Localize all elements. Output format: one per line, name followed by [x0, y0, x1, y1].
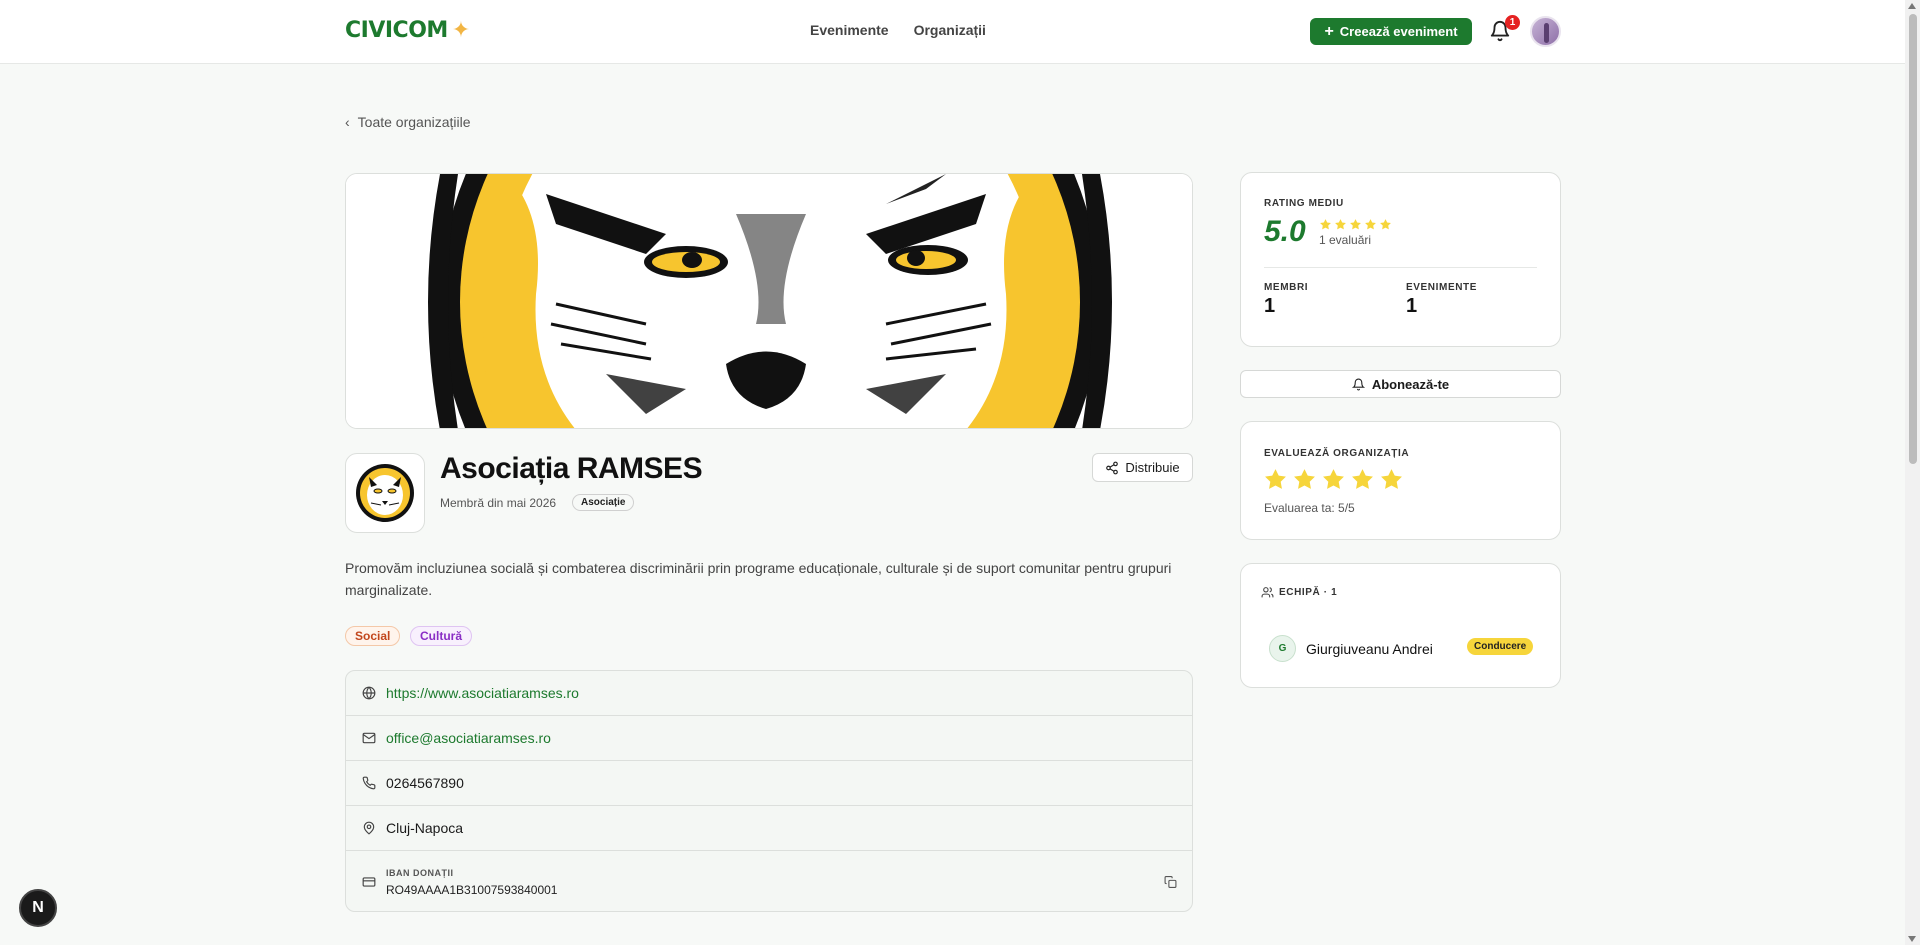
rating-summary-card: RATING MEDIU 5.0 1 evaluări MEMBRI 1 EVE…: [1240, 172, 1561, 347]
iban-label: IBAN DONAȚII: [386, 867, 454, 878]
rate-star-icon[interactable]: [1350, 467, 1375, 492]
team-label: ECHIPĂ · 1: [1279, 587, 1338, 598]
evaluate-stars: [1263, 467, 1404, 492]
organization-description: Promovăm incluziunea socială și combater…: [345, 560, 1172, 598]
members-count: 1: [1264, 295, 1276, 317]
map-pin-icon: [363, 821, 375, 835]
email-link[interactable]: office@asociatiaramses.ro: [386, 730, 551, 746]
bell-icon: [1351, 378, 1365, 390]
create-event-label: Creează eveniment: [1339, 24, 1458, 39]
members-label: MEMBRI: [1264, 282, 1309, 293]
credit-card-icon: [362, 877, 376, 887]
iban-row: IBAN DONAȚII RO49AAAA1B31007593840001: [346, 851, 1192, 911]
member-name: Giurgiuveanu Andrei: [1306, 640, 1433, 657]
organization-name: Asociația RAMSES: [440, 452, 703, 485]
member-avatar: G: [1269, 635, 1296, 662]
create-event-button[interactable]: + Creează eveniment: [1310, 18, 1472, 45]
main-nav: Evenimente Organizații: [810, 22, 986, 38]
rate-star-icon[interactable]: [1263, 467, 1288, 492]
chevron-left-icon: ‹: [345, 114, 350, 130]
tag-cultura[interactable]: Cultură: [410, 626, 472, 646]
star-icon: [1380, 219, 1391, 230]
users-icon: [1261, 587, 1274, 598]
subscribe-button[interactable]: Abonează-te: [1240, 370, 1561, 398]
scrollbar-thumb[interactable]: [1909, 14, 1917, 464]
evaluate-label: EVALUEAZĂ ORGANIZAȚIA: [1264, 448, 1410, 459]
organization-banner: [345, 173, 1193, 429]
rating-stars: [1319, 218, 1392, 231]
back-to-organizations-link[interactable]: ‹ Toate organizațiile: [345, 114, 471, 130]
city-value: Cluj-Napoca: [386, 820, 464, 836]
contact-info-card: https://www.asociatiaramses.ro office@as…: [345, 670, 1193, 912]
organization-logo: [345, 453, 425, 533]
globe-icon: [362, 686, 376, 700]
team-member-row[interactable]: G Giurgiuveanu Andrei: [1269, 635, 1433, 662]
notification-badge: 1: [1505, 15, 1520, 30]
website-row: https://www.asociatiaramses.ro: [346, 671, 1192, 716]
star-icon: [1320, 219, 1331, 230]
organization-type-badge: Asociație: [572, 494, 635, 511]
user-avatar[interactable]: [1530, 16, 1561, 47]
rating-label: RATING MEDIU: [1264, 198, 1344, 209]
phone-icon: [362, 776, 376, 790]
share-icon: [1106, 461, 1119, 474]
location-row: Cluj-Napoca: [346, 806, 1192, 851]
back-label: Toate organizațiile: [357, 114, 471, 130]
nav-link-organizatii[interactable]: Organizații: [914, 22, 986, 38]
rating-count: 1 evaluări: [1319, 233, 1372, 247]
subscribe-label: Abonează-te: [1371, 376, 1450, 392]
phone-value: 0264567890: [386, 775, 464, 791]
share-label: Distribuie: [1125, 460, 1180, 475]
logo-text[interactable]: CIVICOM: [345, 18, 448, 43]
nav-link-evenimente[interactable]: Evenimente: [810, 22, 889, 38]
your-rating-text: Evaluarea ta: 5/5: [1264, 501, 1355, 515]
tag-social[interactable]: Social: [345, 626, 401, 646]
email-row: office@asociatiaramses.ro: [346, 716, 1192, 761]
rate-star-icon[interactable]: [1321, 467, 1346, 492]
next-dev-badge[interactable]: N: [19, 889, 57, 927]
mail-icon: [362, 732, 376, 744]
phone-row: 0264567890: [346, 761, 1192, 806]
civicom-logo[interactable]: CIVICOM ✦: [345, 18, 470, 43]
evaluate-organization-card: EVALUEAZĂ ORGANIZAȚIA Evaluarea ta: 5/5: [1240, 421, 1561, 540]
scroll-down-arrow[interactable]: [1908, 936, 1916, 942]
sparkle-icon: ✦: [451, 18, 470, 43]
copy-icon[interactable]: [1164, 876, 1177, 889]
cat-banner-image: [346, 174, 1192, 428]
role-badge: Conducere: [1467, 638, 1534, 655]
page-scrollbar[interactable]: [1905, 0, 1920, 945]
rate-star-icon[interactable]: [1292, 467, 1317, 492]
website-link[interactable]: https://www.asociatiaramses.ro: [386, 685, 579, 701]
star-icon: [1350, 219, 1361, 230]
events-label: EVENIMENTE: [1406, 282, 1478, 293]
share-button[interactable]: Distribuie: [1092, 453, 1193, 482]
top-navbar: CIVICOM ✦ Evenimente Organizații + Creea…: [0, 0, 1905, 64]
scroll-up-arrow[interactable]: [1908, 3, 1916, 9]
divider: [1264, 267, 1537, 268]
team-card: ECHIPĂ · 1 G Giurgiuveanu Andrei: [1240, 563, 1561, 688]
events-count: 1: [1406, 295, 1418, 317]
rate-star-icon[interactable]: [1379, 467, 1404, 492]
member-since-text: Membră din mai 2026: [440, 496, 557, 510]
iban-value: RO49AAAA1B31007593840001: [386, 882, 558, 897]
plus-icon: +: [1324, 22, 1334, 40]
star-icon: [1365, 219, 1376, 230]
star-icon: [1335, 219, 1346, 230]
cat-logo-image: [356, 464, 414, 522]
average-rating-value: 5.0: [1264, 215, 1306, 248]
team-header: ECHIPĂ · 1: [1261, 586, 1337, 599]
